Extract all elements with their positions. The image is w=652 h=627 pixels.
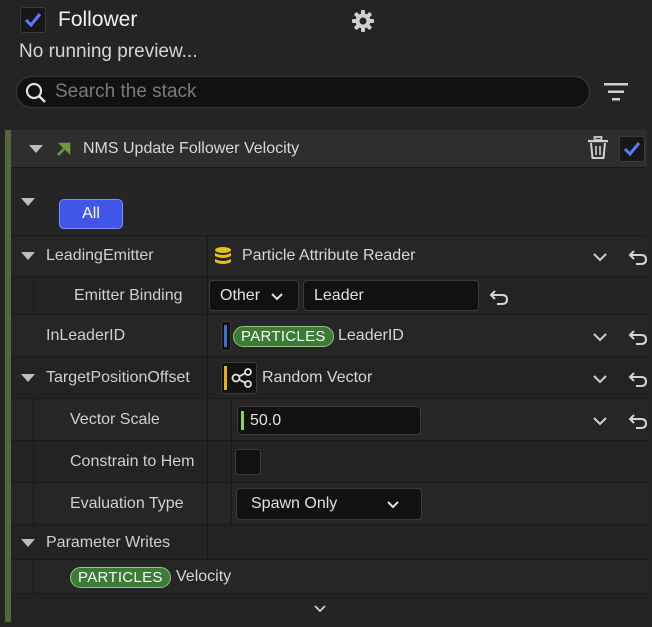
- chevron-down-icon[interactable]: [592, 252, 608, 262]
- collapse-arrow-icon[interactable]: [21, 539, 35, 547]
- checkmark-icon: [24, 13, 42, 28]
- search-box[interactable]: [16, 76, 590, 108]
- data-interface-icon: [215, 247, 231, 264]
- param-label: InLeaderID: [46, 327, 126, 344]
- reset-arrow-icon[interactable]: [628, 249, 648, 265]
- param-label: Constrain to Hem: [70, 453, 195, 470]
- category-filter-row: All: [11, 168, 647, 235]
- dropdown-value: Other: [220, 287, 261, 304]
- input-value: 50.0: [250, 412, 282, 429]
- collapse-arrow-icon[interactable]: [29, 145, 43, 153]
- collapse-arrow-icon[interactable]: [21, 198, 35, 206]
- stack-header: Follower No running preview...: [0, 0, 652, 130]
- chevron-down-icon[interactable]: [592, 332, 608, 342]
- param-row-leading-emitter: LeadingEmitter Particle Attribute Reader: [11, 235, 648, 276]
- chevron-down-icon[interactable]: [314, 605, 326, 613]
- param-row-evaluation-type: Evaluation Type Spawn Only: [11, 482, 647, 525]
- link-handle[interactable]: [221, 321, 231, 351]
- namespace-pill: PARTICLES: [70, 567, 171, 588]
- column-divider: [207, 277, 208, 314]
- indent-guide: [33, 399, 34, 441]
- node-graph-icon: [231, 368, 252, 388]
- section-label: Parameter Writes: [46, 534, 171, 551]
- param-row-emitter-binding: Emitter Binding Other Leader: [11, 276, 647, 315]
- indent-guide: [231, 441, 232, 483]
- column-divider: [207, 525, 208, 559]
- column-divider: [207, 236, 208, 276]
- param-value[interactable]: Random Vector: [262, 368, 372, 388]
- column-divider: [207, 483, 208, 524]
- filter-icon[interactable]: [603, 80, 629, 104]
- param-row-target-position-offset: TargetPositionOffset Random Vector: [11, 356, 648, 398]
- param-label: Emitter Binding: [74, 287, 183, 304]
- param-value: Velocity: [176, 568, 232, 585]
- indent-guide: [231, 483, 232, 525]
- gear-icon[interactable]: [350, 8, 376, 34]
- chevron-down-icon[interactable]: [592, 416, 608, 426]
- dropdown-value: Spawn Only: [251, 495, 338, 512]
- indent-guide: [33, 277, 34, 315]
- reset-arrow-icon[interactable]: [628, 413, 648, 429]
- binding-name-field[interactable]: Leader: [303, 280, 479, 311]
- search-input[interactable]: [55, 79, 575, 105]
- chevron-down-icon: [387, 501, 399, 509]
- module-footer[interactable]: [11, 593, 647, 622]
- evaluation-type-dropdown[interactable]: Spawn Only: [236, 488, 422, 520]
- filter-all-button[interactable]: All: [59, 199, 123, 229]
- checkmark-icon: [623, 142, 641, 157]
- reset-arrow-icon[interactable]: [628, 329, 648, 345]
- param-value[interactable]: LeaderID: [338, 326, 404, 346]
- indent-guide: [231, 399, 232, 441]
- reset-arrow-icon[interactable]: [628, 371, 648, 387]
- param-write-velocity: PARTICLES Velocity: [11, 559, 647, 594]
- param-label: Vector Scale: [70, 411, 160, 428]
- chevron-down-icon: [271, 293, 283, 301]
- collapse-arrow-icon[interactable]: [21, 252, 35, 260]
- emitter-title: Follower: [58, 8, 138, 31]
- trash-icon[interactable]: [587, 136, 609, 160]
- search-icon: [25, 82, 46, 103]
- param-row-vector-scale: Vector Scale 50.0: [11, 398, 648, 441]
- collapse-arrow-icon[interactable]: [21, 374, 35, 382]
- column-divider: [207, 357, 208, 398]
- dynamic-input-handle[interactable]: [221, 362, 257, 394]
- param-writes-header: Parameter Writes: [11, 524, 647, 559]
- chevron-down-icon[interactable]: [592, 374, 608, 384]
- param-label: Evaluation Type: [70, 495, 184, 512]
- namespace-pill: PARTICLES: [233, 326, 334, 347]
- param-row-in-leader-id: InLeaderID PARTICLES LeaderID: [11, 314, 648, 356]
- indent-guide: [33, 483, 34, 525]
- param-label: LeadingEmitter: [46, 247, 154, 264]
- column-divider: [207, 315, 208, 356]
- column-divider: [207, 399, 208, 440]
- module-type-icon: [57, 142, 71, 156]
- param-value[interactable]: Particle Attribute Reader: [242, 246, 415, 266]
- constrain-checkbox[interactable]: [235, 449, 261, 475]
- module-title: NMS Update Follower Velocity: [83, 140, 300, 157]
- column-divider: [207, 441, 208, 482]
- indent-guide: [33, 441, 34, 483]
- module-enable-checkbox[interactable]: [619, 136, 645, 162]
- indent-guide: [33, 560, 34, 594]
- module-header[interactable]: NMS Update Follower Velocity: [11, 130, 647, 168]
- param-row-constrain-to-hemisphere: Constrain to Hem: [11, 440, 647, 483]
- emitter-enable-checkbox[interactable]: [20, 7, 46, 33]
- module-stack: NMS Update Follower Velocity All Leading…: [5, 130, 648, 622]
- vector-scale-input[interactable]: 50.0: [237, 406, 421, 435]
- preview-status: No running preview...: [19, 41, 198, 62]
- binding-mode-dropdown[interactable]: Other: [209, 280, 299, 311]
- param-label: TargetPositionOffset: [46, 369, 190, 386]
- reset-arrow-icon[interactable]: [489, 289, 509, 305]
